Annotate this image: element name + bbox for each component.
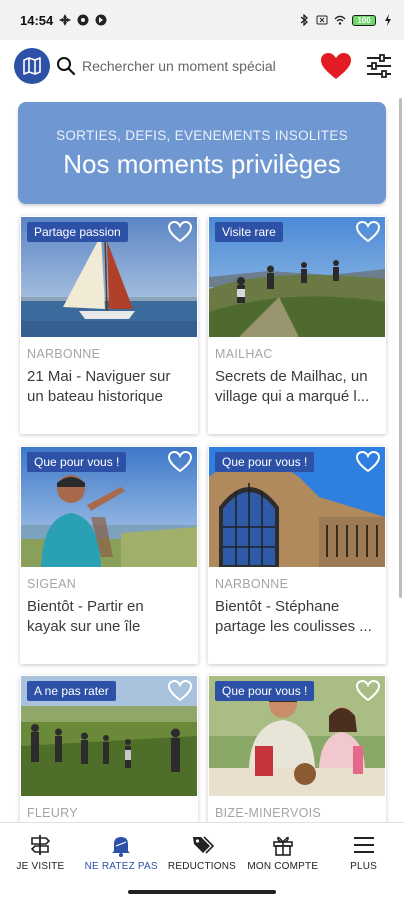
bell-icon xyxy=(112,837,131,857)
map-icon xyxy=(23,57,41,75)
moment-card[interactable]: Visite rare MAILHAC Secrets de Mailhac, … xyxy=(208,216,386,434)
bluetooth-icon xyxy=(300,14,308,26)
card-image-vineyard: A ne pas rater xyxy=(21,676,197,796)
search-icon xyxy=(57,57,76,76)
nav-item-je-visite[interactable]: JE VISITE xyxy=(0,823,81,884)
scrollbar[interactable] xyxy=(399,98,402,598)
search-header xyxy=(0,40,404,92)
moment-card[interactable]: A ne pas rater FLEURY xyxy=(20,675,198,822)
tags-icon xyxy=(192,836,214,854)
card-image-sailboat: Partage passion xyxy=(21,217,197,337)
card-title-line2: partage les coulisses ... xyxy=(215,618,372,635)
card-tag: Que pour vous ! xyxy=(27,452,127,472)
card-city: FLEURY xyxy=(27,806,78,820)
moment-card[interactable]: Que pour vous ! BIZE-MINERVOIS xyxy=(208,675,386,822)
heart-outline-icon[interactable] xyxy=(355,450,381,474)
fan-icon xyxy=(59,14,72,26)
hero-title: Nos moments privilèges xyxy=(63,149,341,179)
nav-item-plus[interactable]: PLUS xyxy=(323,823,404,884)
signpost-icon xyxy=(31,835,51,855)
card-tag: Visite rare xyxy=(215,222,283,242)
bottom-navigation: JE VISITE NE RATEZ PAS REDUCTIONS MON CO… xyxy=(0,822,404,884)
heart-outline-icon[interactable] xyxy=(355,220,381,244)
card-image-hikers: Visite rare xyxy=(209,217,385,337)
card-title-line1: Bientôt - Stéphane xyxy=(215,598,340,615)
card-tag: Que pour vous ! xyxy=(215,681,315,701)
card-image-picnic: Que pour vous ! xyxy=(209,676,385,796)
card-image-lagoon-man: Que pour vous ! xyxy=(21,447,197,567)
nav-item-mon-compte[interactable]: MON COMPTE xyxy=(242,823,323,884)
charging-icon xyxy=(385,14,391,26)
sim-icon xyxy=(316,15,328,25)
nav-item-ne-ratez-pas[interactable]: NE RATEZ PAS xyxy=(81,823,162,884)
card-title-line2: kayak sur une île xyxy=(27,618,141,635)
card-city: NARBONNE xyxy=(27,347,101,361)
content-scroll-area[interactable]: SORTIES, DEFIS, EVENEMENTS INSOLITES Nos… xyxy=(0,92,404,822)
status-right: 100 xyxy=(298,14,394,26)
heart-outline-icon[interactable] xyxy=(167,220,193,244)
battery-icon: 100 xyxy=(352,14,376,26)
home-indicator[interactable] xyxy=(128,890,276,894)
moment-card[interactable]: Partage passion NARBONNE 21 Mai - Navigu… xyxy=(20,216,198,434)
heart-outline-icon[interactable] xyxy=(167,679,193,703)
moment-card[interactable]: Que pour vous ! SIGEAN Bientôt - Partir … xyxy=(20,446,198,664)
nav-label: REDUCTIONS xyxy=(167,861,237,872)
filter-sliders-button[interactable] xyxy=(366,53,392,79)
card-title-line1: Secrets de Mailhac, un xyxy=(215,368,368,385)
card-title-line1: Bientôt - Partir en xyxy=(27,598,144,615)
card-city: MAILHAC xyxy=(215,347,273,361)
favorites-heart-button[interactable] xyxy=(320,52,352,80)
nav-label: NE RATEZ PAS xyxy=(84,861,158,872)
card-tag: Partage passion xyxy=(27,222,128,242)
card-title: Bientôt - Partir en kayak sur une île xyxy=(27,597,190,637)
card-image-cathedral-window: Que pour vous ! xyxy=(209,447,385,567)
notification-icon xyxy=(77,14,89,26)
heart-outline-icon[interactable] xyxy=(355,679,381,703)
card-tag: Que pour vous ! xyxy=(215,452,315,472)
card-title-line2: village qui a marqué l... xyxy=(215,388,370,405)
nav-label: MON COMPTE xyxy=(247,861,319,872)
card-city: SIGEAN xyxy=(27,577,77,591)
nav-item-reductions[interactable]: REDUCTIONS xyxy=(162,823,243,884)
card-tag: A ne pas rater xyxy=(27,681,116,701)
heart-outline-icon[interactable] xyxy=(167,450,193,474)
nav-label: JE VISITE xyxy=(16,861,65,872)
notification-icon-2 xyxy=(95,14,107,26)
hero-banner: SORTIES, DEFIS, EVENEMENTS INSOLITES Nos… xyxy=(18,102,386,204)
gift-icon xyxy=(272,836,293,856)
map-button[interactable] xyxy=(14,48,50,84)
card-title: Bientôt - Stéphane partage les coulisses … xyxy=(215,597,378,637)
card-city: NARBONNE xyxy=(215,577,289,591)
nav-label: PLUS xyxy=(350,861,378,872)
menu-icon xyxy=(353,837,374,853)
wifi-icon xyxy=(334,15,346,25)
search-input[interactable] xyxy=(82,58,282,74)
hero-subtitle: SORTIES, DEFIS, EVENEMENTS INSOLITES xyxy=(56,128,348,143)
card-title: 21 Mai - Naviguer sur un bateau historiqu… xyxy=(27,367,190,407)
status-time: 14:54 xyxy=(20,12,54,28)
moment-card[interactable]: Que pour vous ! NARBONNE Bientôt - Stéph… xyxy=(208,446,386,664)
status-bar: 14:54 100 xyxy=(0,0,404,40)
card-title-line2: un bateau historique xyxy=(27,388,163,405)
card-title: Secrets de Mailhac, un village qui a marq… xyxy=(215,367,378,407)
status-left: 14:54 xyxy=(20,13,107,28)
card-city: BIZE-MINERVOIS xyxy=(215,806,322,820)
card-title-line1: 21 Mai - Naviguer sur xyxy=(27,368,171,385)
